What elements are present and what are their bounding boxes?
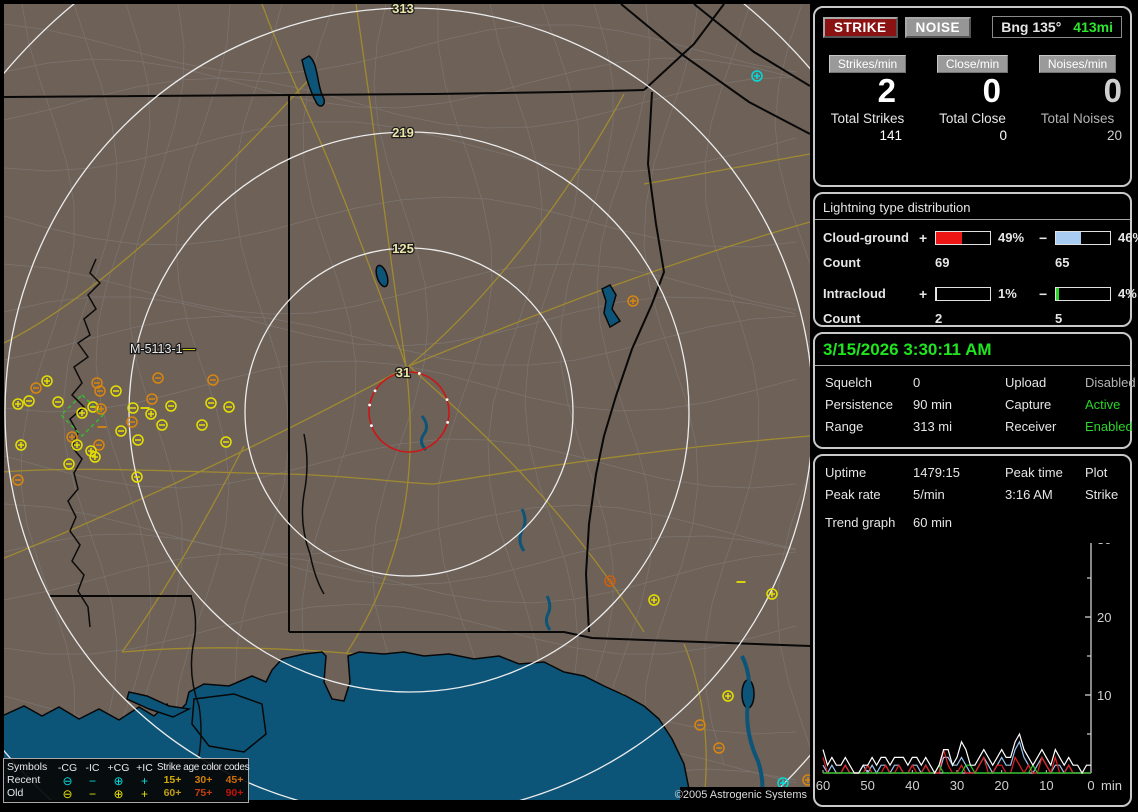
map-canvas: 125 219 313 31 M-5113-1— ©2005 Astrogenic S… [4,4,810,800]
svg-text:20: 20 [1097,610,1111,625]
trend-graph-value: 60 min [913,515,953,530]
cloud-ground-label: Cloud-ground [823,230,909,245]
peak-rate-label: Peak rate [825,487,881,502]
total-noises-value: 20 [1106,128,1122,143]
cg-positive-pct: 49% [998,230,1025,245]
legend-row: Old ⊖ − ⊕ +60+ 75+ 90+ [7,786,244,801]
range-label: Range [825,419,864,434]
ic-positive-count: 2 [935,311,943,326]
storm-cell-label: M-5113-1— [130,342,196,356]
svg-text:313: 313 [392,4,414,16]
datetime-display: 3/15/2026 3:30:11 AM [815,334,1130,366]
svg-text:20: 20 [994,778,1008,793]
trend-graph-label: Trend graph [825,515,896,530]
peak-time-value: 3:16 AM [1005,487,1053,502]
persistence-value: 90 min [913,397,953,412]
panel-counters: STRIKE NOISE Bng 135° 413mi Strikes/min C… [813,6,1132,187]
strikes-per-min-value: 2 [877,72,896,109]
svg-text:0: 0 [1087,778,1094,793]
peak-rate-value: 5/min [913,487,945,502]
legend-row: Recent ⊖ − ⊕ +15+ 30+ 45+ [7,773,244,788]
nexstorm-window: 125 219 313 31 M-5113-1— ©2005 Astrogenic S… [0,0,1138,812]
cg-negative-pct: 46% [1118,230,1138,245]
upload-label: Upload [1005,375,1047,390]
cg-negative-bar [1055,230,1111,245]
ic-negative-bar [1055,286,1111,301]
plus-sign-ic: + [919,285,928,302]
capture-value: Active [1085,397,1121,412]
svg-text:219: 219 [392,125,414,140]
svg-text:10: 10 [1097,688,1111,703]
cg-count-label: Count [823,255,861,270]
svg-text:min: min [1101,778,1122,793]
bearing-value: Bng 135° [1001,19,1062,35]
total-strikes-value: 141 [879,128,902,143]
legend-body: Recent ⊖ − ⊕ +15+ 30+ 45+ Old ⊖ − ⊕ +60+ 75+ 90+ [7,774,245,800]
svg-text:60: 60 [816,778,830,793]
legend-header-cgneg: -CG [57,761,78,774]
legend-age-title: Strike age color codes [157,762,250,773]
close-per-min-value: 0 [982,72,1001,109]
panel-session: Uptime 1479:15 Peak time Plot Peak rate … [813,454,1132,807]
squelch-value: 0 [913,375,921,390]
copyright-text: ©2005 Astrogenic Systems [675,789,808,800]
squelch-label: Squelch [825,375,872,390]
plus-sign: + [919,229,928,246]
upload-value: Disabled [1085,375,1136,390]
trend-graph: 10 20 30 60 50 40 30 20 10 0 min [816,543,1122,793]
strike-indicator-button[interactable]: STRIKE [823,16,898,38]
svg-text:30: 30 [1097,543,1111,547]
total-close-value: 0 [999,128,1007,143]
minus-sign-ic: − [1039,285,1048,302]
ic-negative-pct: 4% [1118,286,1137,301]
persistence-label: Persistence [825,397,893,412]
cg-positive-bar [935,230,991,245]
plot-label: Plot [1085,465,1108,480]
legend-header-row: Symbols -CG -IC +CG +IC Strike age color… [7,761,250,774]
bearing-readout: Bng 135° 413mi [992,16,1122,38]
chip-close-per-min: Close/min [936,55,1009,73]
cg-positive-count: 69 [935,255,950,270]
noise-indicator-button[interactable]: NOISE [904,16,972,38]
lightning-map[interactable]: 125 219 313 31 M-5113-1— ©2005 Astrogenic S… [4,4,810,800]
legend-header-icpos: +IC [136,761,153,774]
ic-count-label: Count [823,311,861,326]
svg-text:50: 50 [860,778,874,793]
legend-header-icneg: -IC [85,761,100,774]
ic-negative-count: 5 [1055,311,1063,326]
chip-strikes-per-min: Strikes/min [828,55,907,73]
map-legend: Symbols -CG -IC +CG +IC Strike age color… [3,758,250,803]
distribution-title: Lightning type distribution [815,194,1130,220]
total-noises-label: Total Noises [1040,111,1115,126]
uptime-value: 1479:15 [913,465,960,480]
legend-header-cgpos: +CG [107,761,130,774]
noises-per-min-value: 0 [1103,72,1122,109]
legend-header-symbols: Symbols [7,761,48,773]
cg-negative-count: 65 [1055,255,1070,270]
minus-sign: − [1039,229,1048,246]
panel-distribution: Lightning type distribution Cloud-ground… [813,192,1138,327]
ic-positive-pct: 1% [998,286,1017,301]
total-strikes-label: Total Strikes [830,111,905,126]
peak-time-label: Peak time [1005,465,1063,480]
receiver-label: Receiver [1005,419,1057,434]
total-close-label: Total Close [939,111,1006,126]
receiver-value: Enabled [1085,419,1133,434]
plot-value: Strike [1085,487,1119,502]
svg-text:30: 30 [950,778,964,793]
chip-noises-per-min: Noises/min [1038,55,1117,73]
svg-text:31: 31 [396,365,410,380]
bearing-range-value: 413mi [1073,19,1113,35]
svg-text:125: 125 [392,241,414,256]
capture-label: Capture [1005,397,1052,412]
ic-positive-bar [935,286,991,301]
intracloud-label: Intracloud [823,286,886,301]
svg-text:10: 10 [1039,778,1053,793]
uptime-label: Uptime [825,465,867,480]
range-value: 313 mi [913,419,953,434]
panel-status: 3/15/2026 3:30:11 AM Squelch 0 Upload Di… [813,332,1136,449]
svg-text:40: 40 [905,778,919,793]
